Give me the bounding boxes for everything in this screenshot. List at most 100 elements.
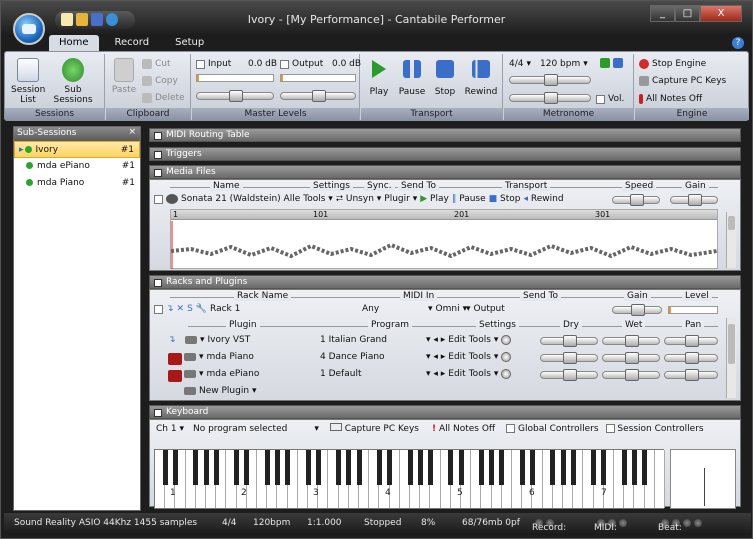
dry-slider[interactable] xyxy=(540,335,598,347)
black-key[interactable] xyxy=(213,450,219,485)
media-scrollbar[interactable] xyxy=(726,212,736,268)
piano-keyboard[interactable] xyxy=(154,449,665,509)
black-key[interactable] xyxy=(529,450,535,485)
black-key[interactable] xyxy=(570,450,576,485)
sub-session-item[interactable]: mda ePiano #1 xyxy=(14,158,140,175)
rack-send-select[interactable]: ▾Output▾ xyxy=(466,304,632,314)
paste-button[interactable]: Paste xyxy=(110,58,138,95)
edit-button[interactable]: Edit xyxy=(448,352,465,362)
copy-button[interactable]: Copy xyxy=(142,76,178,86)
black-key[interactable] xyxy=(162,450,168,485)
output-gain-slider[interactable] xyxy=(280,90,356,102)
black-key[interactable] xyxy=(631,450,637,485)
input-gain-slider[interactable] xyxy=(196,90,274,102)
program-select[interactable]: 1 Default xyxy=(320,369,361,379)
sub-sessions-button[interactable]: Sub Sessions xyxy=(53,58,93,105)
tempo-select[interactable]: 120 bpm ▾ xyxy=(540,59,588,69)
black-key[interactable] xyxy=(234,450,240,485)
pan-slider[interactable] xyxy=(664,335,718,347)
bypass-icon[interactable] xyxy=(168,353,182,365)
black-key[interactable] xyxy=(499,450,505,485)
black-key[interactable] xyxy=(264,450,270,485)
app-menu-button[interactable] xyxy=(13,13,45,45)
program-select[interactable]: 4 Dance Piano xyxy=(320,352,385,362)
black-key[interactable] xyxy=(448,450,454,485)
input-checkbox[interactable] xyxy=(196,59,205,69)
delete-icon[interactable]: ✕ xyxy=(177,304,185,314)
black-key[interactable] xyxy=(203,450,209,485)
program-select[interactable]: 1 Italian Grand xyxy=(320,335,387,345)
media-stop-button[interactable]: ■ Stop xyxy=(489,194,521,204)
waveform-view[interactable]: 1 101 201 301 xyxy=(170,209,718,269)
capture-pc-keys-button[interactable]: Capture PC Keys xyxy=(639,76,726,86)
new-plugin-button[interactable]: New Plugin ▾ xyxy=(184,386,257,396)
black-key[interactable] xyxy=(336,450,342,485)
settings-knob-icon[interactable] xyxy=(501,352,512,362)
channel-select[interactable]: Ch 1 ▾ xyxy=(156,424,184,434)
black-key[interactable] xyxy=(417,450,423,485)
wet-slider[interactable] xyxy=(602,335,660,347)
tab-record[interactable]: Record xyxy=(105,35,160,51)
black-key[interactable] xyxy=(315,450,321,485)
black-key[interactable] xyxy=(346,450,352,485)
black-key[interactable] xyxy=(407,450,413,485)
black-key[interactable] xyxy=(356,450,362,485)
edit-button[interactable]: Edit xyxy=(448,369,465,379)
cut-button[interactable]: Cut xyxy=(142,59,171,69)
black-key[interactable] xyxy=(285,450,291,485)
black-key[interactable] xyxy=(376,450,382,485)
triggers-panel-header[interactable]: Triggers xyxy=(149,147,741,161)
bypass-icon[interactable] xyxy=(168,370,182,382)
metronome-volume-slider[interactable] xyxy=(509,92,591,104)
program-select[interactable]: No program selected xyxy=(193,424,287,434)
tab-home[interactable]: Home xyxy=(49,35,99,51)
black-key[interactable] xyxy=(387,450,393,485)
rack-expand-toggle[interactable] xyxy=(154,304,163,314)
black-key[interactable] xyxy=(478,450,484,485)
minimize-button[interactable]: _ xyxy=(650,5,675,22)
dry-slider[interactable] xyxy=(540,369,598,381)
session-list-button[interactable]: Session List xyxy=(11,58,45,105)
racks-scrollbar[interactable] xyxy=(726,318,736,398)
tools-menu[interactable]: Tools xyxy=(469,369,491,379)
rack-channel-select[interactable]: ▾ Omni ▾ xyxy=(428,304,467,314)
black-key[interactable] xyxy=(193,450,199,485)
sync-menu[interactable]: ⮂ Unsyn ▾ xyxy=(336,194,381,204)
tools-menu[interactable]: Tools xyxy=(469,352,491,362)
settings-knob-icon[interactable] xyxy=(501,335,512,345)
route-icon[interactable]: ↴ xyxy=(166,304,174,314)
pause-button[interactable]: Pause xyxy=(397,60,427,97)
maximize-button[interactable]: □ xyxy=(675,5,700,22)
edit-button[interactable]: Edit xyxy=(448,335,465,345)
help-button[interactable]: ? xyxy=(732,37,744,49)
black-key[interactable] xyxy=(427,450,433,485)
solo-icon[interactable]: S xyxy=(187,304,193,314)
plugin-settings[interactable]: ▾ ◂ ▸ Edit Tools ▾ xyxy=(426,369,512,379)
media-gain-slider[interactable] xyxy=(670,194,718,206)
mod-wheel[interactable] xyxy=(670,449,736,509)
rack-midi-select[interactable]: Any xyxy=(362,304,379,314)
tempo-slider[interactable] xyxy=(509,74,591,86)
output-checkbox[interactable] xyxy=(280,59,289,69)
input-toggle[interactable]: Input xyxy=(196,59,231,69)
racks-panel-header[interactable]: Racks and Plugins xyxy=(149,275,741,289)
delete-button[interactable]: Delete xyxy=(142,93,185,103)
all-notes-off-button[interactable]: All Notes Off xyxy=(639,94,702,104)
black-key[interactable] xyxy=(621,450,627,485)
wet-slider[interactable] xyxy=(602,352,660,364)
close-icon[interactable]: × xyxy=(128,127,136,137)
black-key[interactable] xyxy=(489,450,495,485)
speed-slider[interactable] xyxy=(612,194,660,206)
play-button[interactable]: Play xyxy=(367,60,391,97)
rack-gain-slider[interactable] xyxy=(612,304,662,316)
tools-menu[interactable]: Tools xyxy=(469,335,491,345)
output-toggle[interactable]: Output xyxy=(280,59,323,69)
media-file-name[interactable]: Sonata 21 (Waldstein) Alle xyxy=(181,194,300,204)
midi-routing-panel-header[interactable]: MIDI Routing Table xyxy=(149,128,741,142)
black-key[interactable] xyxy=(519,450,525,485)
close-button[interactable]: X xyxy=(700,5,742,22)
timeline-ruler[interactable]: 1 101 201 301 xyxy=(171,210,717,220)
pan-slider[interactable] xyxy=(664,352,718,364)
wet-slider[interactable] xyxy=(602,369,660,381)
metronome-play-icon[interactable] xyxy=(600,58,623,68)
